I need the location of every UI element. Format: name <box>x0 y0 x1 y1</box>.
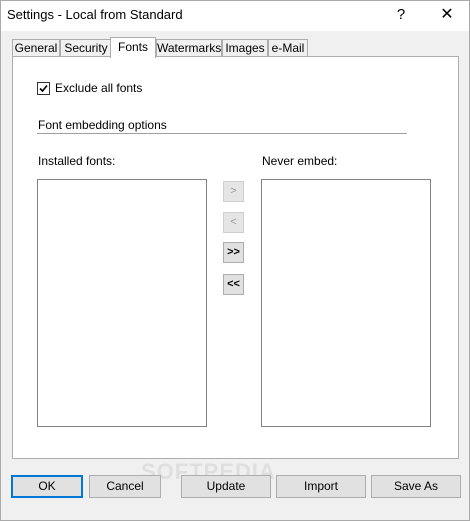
tab-fonts[interactable]: Fonts <box>110 37 156 58</box>
never-embed-label: Never embed: <box>262 154 338 168</box>
window-title: Settings - Local from Standard <box>7 7 183 22</box>
ok-button[interactable]: OK <box>11 475 83 498</box>
move-one-right-button[interactable]: > <box>223 181 244 202</box>
tab-images[interactable]: Images <box>222 39 268 56</box>
cancel-button[interactable]: Cancel <box>89 475 161 498</box>
tab-general[interactable]: General <box>12 39 60 56</box>
tab-watermarks[interactable]: Watermarks <box>156 39 222 56</box>
installed-fonts-label: Installed fonts: <box>38 154 116 168</box>
save-as-button[interactable]: Save As <box>371 475 461 498</box>
title-bar: Settings - Local from Standard ? ✕ <box>1 1 469 31</box>
tab-security[interactable]: Security <box>60 39 112 56</box>
checkmark-icon <box>39 84 48 93</box>
update-button[interactable]: Update <box>181 475 271 498</box>
help-icon[interactable]: ? <box>387 4 415 26</box>
exclude-all-fonts-checkbox[interactable] <box>37 82 50 95</box>
font-embedding-group-title: Font embedding options <box>38 118 167 132</box>
settings-window: Settings - Local from Standard ? ✕ Gener… <box>0 0 470 521</box>
installed-fonts-list[interactable] <box>37 179 207 427</box>
close-icon[interactable]: ✕ <box>433 4 461 26</box>
move-all-right-button[interactable]: >> <box>223 242 244 263</box>
never-embed-list[interactable] <box>261 179 431 427</box>
move-one-left-button[interactable]: < <box>223 212 244 233</box>
tab-email[interactable]: e-Mail <box>268 39 308 56</box>
group-divider <box>37 133 407 134</box>
move-all-left-button[interactable]: << <box>223 274 244 295</box>
exclude-all-fonts-label[interactable]: Exclude all fonts <box>55 81 142 95</box>
import-button[interactable]: Import <box>276 475 366 498</box>
